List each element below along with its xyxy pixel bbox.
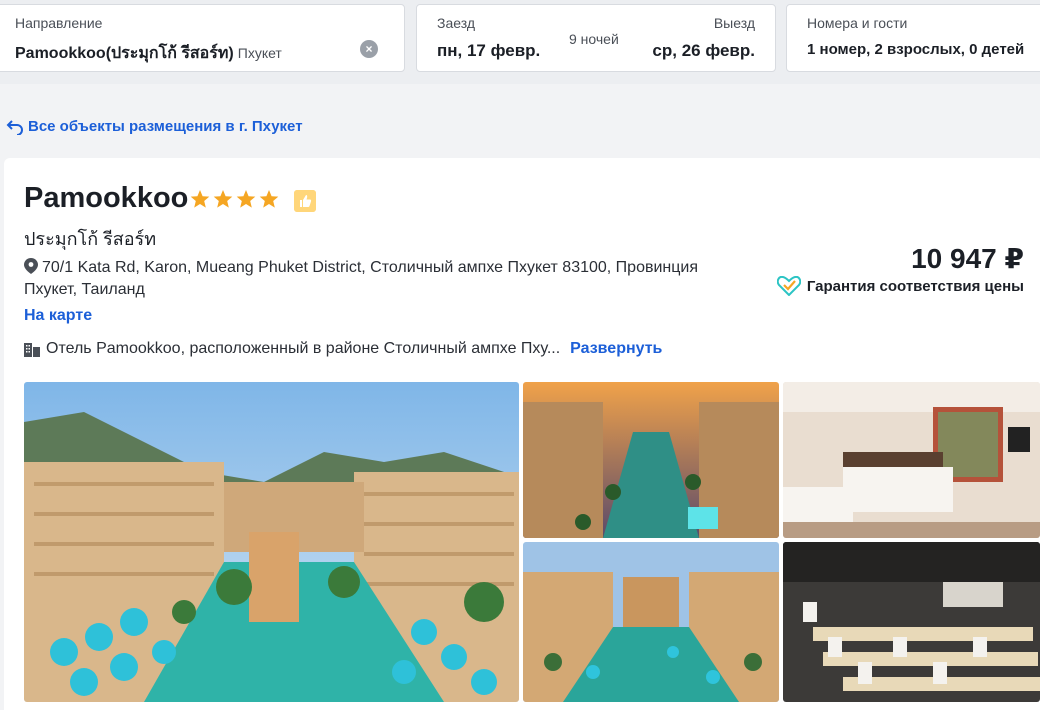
checkin-label: Заезд bbox=[437, 15, 476, 31]
checkin-value[interactable]: пн, 17 февр. bbox=[437, 41, 540, 61]
hotel-name: Pamookkoo bbox=[24, 182, 189, 214]
destination-city: Пхукет bbox=[237, 45, 282, 61]
clear-icon[interactable]: × bbox=[360, 40, 378, 58]
nights-count: 9 ночей bbox=[569, 31, 619, 47]
checkout-value[interactable]: ср, 26 февр. bbox=[652, 41, 755, 61]
building-icon bbox=[24, 343, 40, 357]
destination-label: Направление bbox=[15, 15, 103, 31]
hotel-local-name: ประมุกโก้ รีสอร์ท bbox=[24, 229, 157, 249]
hotel-photo-5[interactable] bbox=[783, 542, 1040, 702]
hotel-photo-2[interactable] bbox=[523, 382, 779, 538]
back-to-list-link[interactable]: Все объекты размещения в г. Пхукет bbox=[6, 118, 303, 135]
hotel-address: 70/1 Kata Rd, Karon, Mueang Phuket Distr… bbox=[24, 257, 744, 301]
map-pin-icon bbox=[24, 258, 38, 274]
checkout-label: Выезд bbox=[713, 15, 755, 31]
guests-value[interactable]: 1 номер, 2 взрослых, 0 детей bbox=[807, 41, 1024, 58]
back-link-label: Все объекты размещения в г. Пхукет bbox=[28, 118, 303, 135]
star-icon bbox=[259, 190, 279, 208]
search-bar: Направление Pamookkoo(ประมุกโก้ รีสอร์ท)… bbox=[0, 0, 1040, 84]
hotel-description: Отель Pamookkoo, расположенный в районе … bbox=[24, 340, 662, 358]
thumbs-up-badge-icon[interactable] bbox=[294, 190, 316, 212]
star-icon bbox=[213, 190, 233, 208]
guests-field[interactable]: Номера и гости 1 номер, 2 взрослых, 0 де… bbox=[786, 4, 1040, 72]
dates-field[interactable]: Заезд пн, 17 февр. 9 ночей Выезд ср, 26 … bbox=[416, 4, 776, 72]
heart-check-icon bbox=[776, 276, 801, 296]
expand-description-link[interactable]: Развернуть bbox=[570, 340, 662, 358]
hotel-card: Pamookkoo ประมุกโก้ รีสอร์ท 70/1 Kata Rd… bbox=[4, 158, 1040, 710]
star-icon bbox=[190, 190, 210, 208]
back-arrow-icon bbox=[6, 119, 23, 135]
hotel-photo-4[interactable] bbox=[523, 542, 779, 702]
hotel-price: 10 947 ₽ bbox=[911, 243, 1024, 274]
destination-field[interactable]: Направление Pamookkoo(ประมุกโก้ รีสอร์ท)… bbox=[0, 4, 405, 72]
destination-hotel: Pamookkoo(ประมุกโก้ รีสอร์ท) bbox=[15, 45, 234, 62]
guarantee-label: Гарантия соответствия цены bbox=[806, 277, 1024, 295]
star-icon bbox=[236, 190, 256, 208]
price-guarantee[interactable]: Гарантия соответствия цены bbox=[776, 276, 1024, 296]
show-on-map-link[interactable]: На карте bbox=[24, 307, 92, 325]
address-text: 70/1 Kata Rd, Karon, Mueang Phuket Distr… bbox=[24, 259, 699, 298]
destination-value[interactable]: Pamookkoo(ประมุกโก้ รีสอร์ท) Пхукет bbox=[15, 41, 282, 66]
guests-label: Номера и гости bbox=[807, 15, 908, 31]
hotel-photo-3[interactable] bbox=[783, 382, 1040, 538]
description-text: Отель Pamookkoo, расположенный в районе … bbox=[46, 340, 561, 357]
star-rating bbox=[190, 189, 279, 209]
hotel-photo-main[interactable] bbox=[24, 382, 519, 702]
